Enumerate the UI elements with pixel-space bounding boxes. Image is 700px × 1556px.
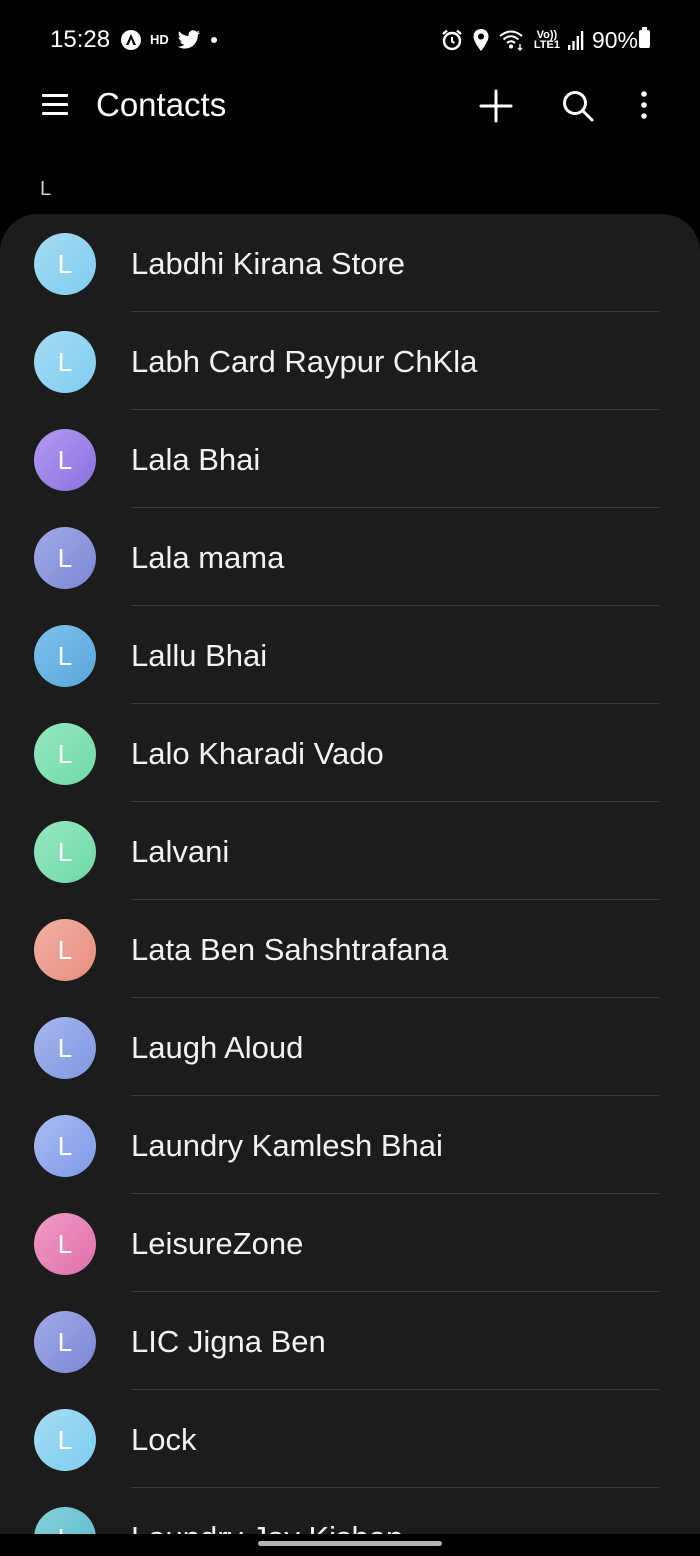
- alarm-icon: [442, 29, 462, 51]
- notification-dot-icon: [210, 37, 217, 43]
- contact-avatar: L: [34, 919, 96, 981]
- battery-icon: [639, 27, 650, 48]
- twitter-icon: [177, 30, 200, 49]
- contact-avatar: L: [34, 723, 96, 785]
- contact-list-item[interactable]: L Lala mama: [0, 508, 700, 606]
- contact-avatar: L: [34, 527, 96, 589]
- contact-name: Lallu Bhai: [131, 638, 268, 673]
- hd-icon: HD: [150, 32, 169, 47]
- contact-list-item[interactable]: L Lalo Kharadi Vado: [0, 704, 700, 802]
- contact-name: Lalvani: [131, 834, 230, 869]
- contact-avatar: L: [34, 233, 96, 295]
- navigation-handle[interactable]: [258, 1541, 442, 1546]
- volte-lte-icon: Vo)) LTE1: [533, 29, 560, 51]
- wifi-calling-icon: [499, 30, 523, 51]
- search-icon[interactable]: [558, 86, 598, 126]
- status-left-icons: HD: [120, 26, 219, 54]
- contact-avatar: L: [34, 1115, 96, 1177]
- contact-list: L Labdhi Kirana Store L Labh Card Raypur Ch…: [0, 214, 700, 1534]
- status-right-icons: Vo)) LTE1 90%: [440, 26, 638, 54]
- contact-avatar: L: [34, 1409, 96, 1471]
- contact-list-item[interactable]: L Lallu Bhai: [0, 606, 700, 704]
- app-bar: Contacts: [0, 80, 700, 140]
- contact-name: Laundry Jay Kishan: [131, 1520, 403, 1534]
- contact-list-item[interactable]: L LIC Jigna Ben: [0, 1292, 700, 1390]
- contact-name: LeisureZone: [131, 1226, 304, 1261]
- hamburger-menu-icon[interactable]: [40, 92, 70, 118]
- contact-list-item[interactable]: L Lock: [0, 1390, 700, 1488]
- status-time: 15:28: [50, 26, 111, 53]
- contact-name: LIC Jigna Ben: [131, 1324, 326, 1359]
- status-bar: 15:28 HD Vo)) LTE1 90%: [0, 0, 700, 80]
- contact-list-item[interactable]: L Lalvani: [0, 802, 700, 900]
- contact-list-item[interactable]: L Lala Bhai: [0, 410, 700, 508]
- contact-list-item[interactable]: L Labh Card Raypur ChKla: [0, 312, 700, 410]
- contact-list-item[interactable]: L Laundry Kamlesh Bhai: [0, 1096, 700, 1194]
- contact-list-item[interactable]: L Lata Ben Sahshtrafana: [0, 900, 700, 998]
- android-auto-icon: [121, 30, 141, 50]
- contact-name: Labdhi Kirana Store: [131, 246, 406, 281]
- contact-name: Labh Card Raypur ChKla: [131, 344, 478, 379]
- contact-avatar: L: [34, 429, 96, 491]
- contact-avatar: L: [34, 331, 96, 393]
- contact-list-item[interactable]: L Labdhi Kirana Store: [0, 214, 700, 312]
- battery-percent: 90%: [591, 26, 638, 53]
- contact-avatar: L: [34, 625, 96, 687]
- contact-list-item[interactable]: L Laundry Jay Kishan: [0, 1488, 700, 1534]
- contact-avatar: L: [34, 1017, 96, 1079]
- contact-list-item[interactable]: L Laugh Aloud: [0, 998, 700, 1096]
- contact-avatar: L: [34, 1507, 96, 1534]
- contact-list-item[interactable]: L LeisureZone: [0, 1194, 700, 1292]
- contact-name: Lalo Kharadi Vado: [131, 736, 384, 771]
- contact-name: Lala mama: [131, 540, 285, 575]
- plus-icon[interactable]: [476, 86, 516, 126]
- page-title: Contacts: [96, 86, 227, 123]
- contact-name: Lock: [131, 1422, 197, 1457]
- contact-name: Lata Ben Sahshtrafana: [131, 932, 449, 967]
- location-icon: [473, 29, 489, 51]
- section-header-letter: L: [40, 178, 52, 200]
- contact-name: Laundry Kamlesh Bhai: [131, 1128, 443, 1163]
- contact-name: Laugh Aloud: [131, 1030, 304, 1065]
- signal-icon: [567, 31, 584, 50]
- more-vertical-icon[interactable]: [624, 86, 664, 126]
- contact-name: Lala Bhai: [131, 442, 261, 477]
- contact-avatar: L: [34, 1213, 96, 1275]
- contact-avatar: L: [34, 821, 96, 883]
- contact-avatar: L: [34, 1311, 96, 1373]
